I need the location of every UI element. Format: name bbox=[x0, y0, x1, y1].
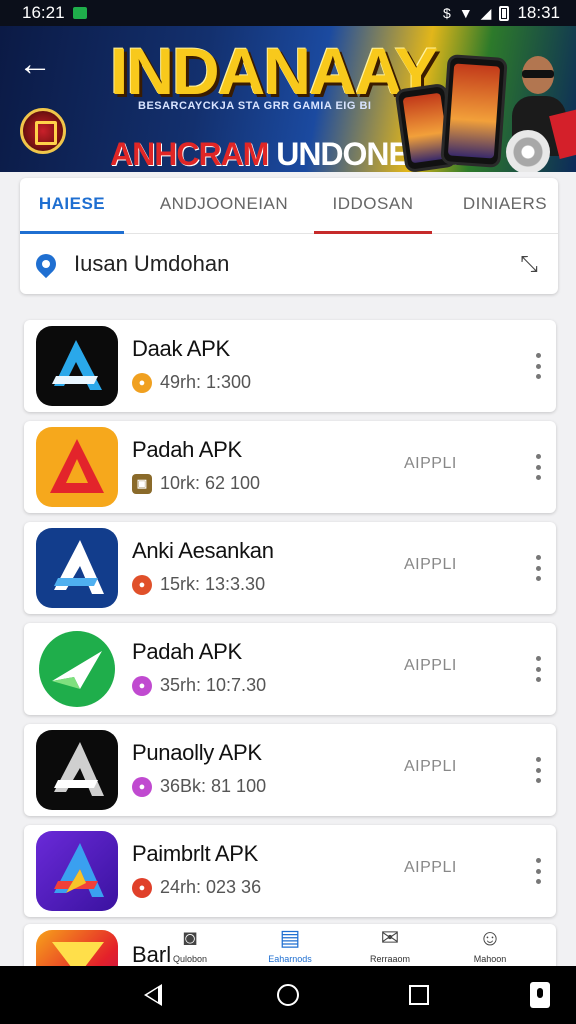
camera-icon: ◙ bbox=[183, 925, 197, 950]
app-icon bbox=[36, 427, 118, 507]
app-badge: AIPPLI bbox=[404, 455, 457, 472]
list-item[interactable]: Daak APK ● 49rh: 1:300 bbox=[24, 320, 556, 412]
filter-card: HAIESE ANDJOONEIAN IDDOSAN DINIAERS Iusa… bbox=[20, 178, 558, 294]
vpn-icon: $ bbox=[443, 5, 451, 21]
location-pin-icon bbox=[31, 249, 61, 279]
rating-icon: ● bbox=[132, 776, 152, 797]
nav-label: Qulobon bbox=[172, 954, 208, 964]
rating-icon: ● bbox=[132, 877, 152, 898]
app-icon bbox=[36, 831, 118, 911]
app-meta: ● 24rh: 023 36 bbox=[132, 877, 261, 898]
profile-icon: ☺ bbox=[478, 925, 502, 950]
system-navigation-bar bbox=[0, 966, 576, 1024]
nav-item-eaharnods[interactable]: ▤ Eaharnods bbox=[240, 916, 340, 968]
nav-item-qulobon[interactable]: ◙ Qulobon bbox=[140, 916, 240, 968]
app-icon bbox=[36, 528, 118, 608]
list-item[interactable]: Punaolly APK ● 36Bk: 81 100 AIPPLI bbox=[24, 724, 556, 816]
more-options-icon[interactable] bbox=[530, 653, 546, 685]
app-stats: 24rh: 023 36 bbox=[160, 877, 262, 897]
more-options-icon[interactable] bbox=[530, 350, 546, 382]
channel-logo[interactable] bbox=[20, 108, 66, 154]
nav-item-mahoon[interactable]: ☺ Mahoon bbox=[440, 916, 540, 968]
header-banner: ← INDANAAY BESARCAYCKJA STA GRR GAMIA EI… bbox=[0, 26, 576, 172]
list-item[interactable]: Padah APK ● 35rh: 10:7.30 AIPPLI bbox=[24, 623, 556, 715]
app-name: Padah APK bbox=[132, 437, 242, 462]
app-name: Daak APK bbox=[132, 336, 230, 361]
rating-icon: ● bbox=[132, 675, 152, 696]
more-options-icon[interactable] bbox=[530, 754, 546, 786]
clock-right: 18:31 bbox=[517, 3, 560, 22]
wifi-icon: ▼ bbox=[458, 5, 473, 21]
app-badge: AIPPLI bbox=[404, 556, 457, 573]
bottom-navigation: ◙ Qulobon ▤ Eaharnods ✉ Rerraaom ☺ Mahoo… bbox=[140, 916, 540, 968]
app-badge: AIPPLI bbox=[404, 758, 457, 775]
app-name: Anki Aesankan bbox=[132, 538, 274, 563]
location-text: Iusan Umdohan bbox=[74, 251, 230, 276]
nav-label: Eaharnods bbox=[268, 954, 312, 964]
system-home-icon[interactable] bbox=[277, 984, 299, 1006]
app-badge: AIPPLI bbox=[404, 657, 457, 674]
rating-icon: ● bbox=[132, 372, 152, 393]
app-icon bbox=[36, 326, 118, 406]
more-options-icon[interactable] bbox=[530, 855, 546, 887]
tab-iddosan[interactable]: IDDOSAN bbox=[314, 178, 432, 234]
back-arrow-icon[interactable]: ← bbox=[18, 46, 58, 86]
nav-label: Mahoon bbox=[473, 954, 507, 964]
app-stats: 36Bk: 81 100 bbox=[160, 776, 267, 796]
more-options-icon[interactable] bbox=[530, 451, 546, 483]
tab-andjooneian[interactable]: ANDJOONEIAN bbox=[130, 178, 318, 234]
app-name: Padah APK bbox=[132, 639, 242, 664]
banner-subtitle-red: ANHCRAM bbox=[110, 136, 269, 172]
system-assistant-icon[interactable] bbox=[530, 982, 550, 1008]
banner-tagline: BESARCAYCKJA STA GRR GAMIA EIG BI bbox=[138, 100, 372, 112]
app-meta: ● 36Bk: 81 100 bbox=[132, 776, 266, 797]
nav-item-rerraaom[interactable]: ✉ Rerraaom bbox=[340, 916, 440, 968]
list-item[interactable]: Anki Aesankan ● 15rk: 13:3.30 AIPPLI bbox=[24, 522, 556, 614]
app-name: Paimbrlt APK bbox=[132, 841, 259, 866]
signal-icon: ◢ bbox=[480, 4, 492, 21]
category-icon: ▣ bbox=[132, 473, 152, 494]
app-stats: 15rk: 13:3.30 bbox=[160, 574, 266, 594]
app-badge: AIPPLI bbox=[404, 859, 457, 876]
rating-icon: ● bbox=[132, 574, 152, 595]
phone-graphic bbox=[440, 54, 508, 168]
nav-label: Rerraaom bbox=[369, 954, 410, 964]
more-options-icon[interactable] bbox=[530, 552, 546, 584]
location-row[interactable]: Iusan Umdohan ⤡ bbox=[20, 234, 558, 294]
clock-left: 16:21 bbox=[22, 3, 65, 22]
collapse-icon[interactable]: ⤡ bbox=[516, 251, 542, 277]
battery-icon bbox=[499, 5, 510, 21]
document-icon: ▤ bbox=[279, 925, 301, 950]
notification-icon bbox=[72, 7, 87, 19]
disc-graphic bbox=[506, 130, 550, 172]
app-icon bbox=[36, 629, 118, 709]
tab-haiese[interactable]: HAIESE bbox=[20, 178, 124, 234]
list-item[interactable]: Paimbrlt APK ● 24rh: 023 36 AIPPLI bbox=[24, 825, 556, 917]
app-stats: 35rh: 10:7.30 bbox=[160, 675, 267, 695]
system-recents-icon[interactable] bbox=[409, 985, 429, 1005]
app-stats: 10rk: 62 100 bbox=[160, 473, 261, 493]
list-item[interactable]: Padah APK ▣ 10rk: 62 100 AIPPLI bbox=[24, 421, 556, 513]
app-meta: ● 49rh: 1:300 bbox=[132, 372, 251, 393]
app-name: Punaolly APK bbox=[132, 740, 262, 765]
app-meta: ▣ 10rk: 62 100 bbox=[132, 473, 260, 494]
app-meta: ● 15rk: 13:3.30 bbox=[132, 574, 265, 595]
app-meta: ● 35rh: 10:7.30 bbox=[132, 675, 266, 696]
app-stats: 49rh: 1:300 bbox=[160, 372, 252, 392]
bookmark-icon: ✉ bbox=[380, 925, 400, 950]
app-icon bbox=[36, 730, 118, 810]
system-back-icon[interactable] bbox=[144, 984, 162, 1006]
tab-diniaers[interactable]: DINIAERS bbox=[452, 178, 558, 234]
banner-title: INDANAAY bbox=[110, 34, 438, 108]
status-bar: 16:21 $ ▼ ◢ 18:31 bbox=[0, 0, 576, 26]
tab-bar: HAIESE ANDJOONEIAN IDDOSAN DINIAERS bbox=[20, 178, 558, 234]
